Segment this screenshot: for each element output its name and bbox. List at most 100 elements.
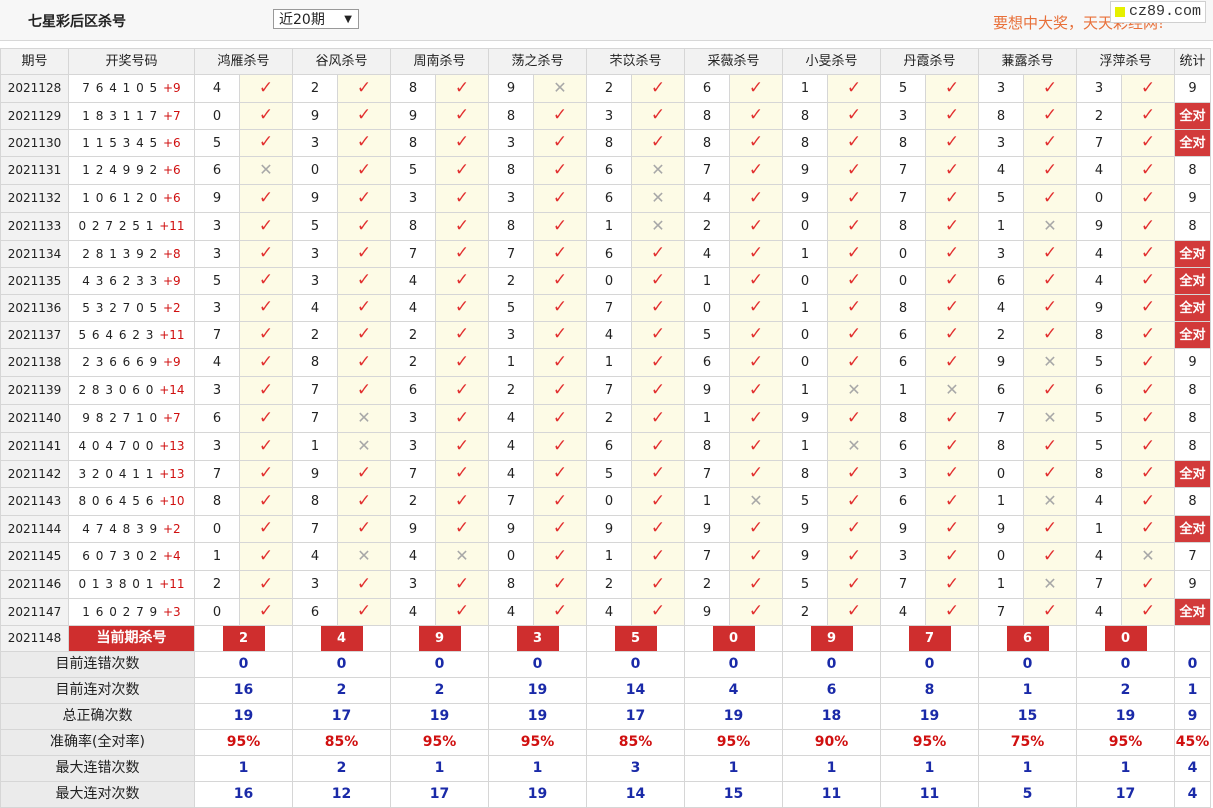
draw-bonus: +6 — [163, 163, 181, 177]
kill-number-cell: 3 — [390, 184, 436, 213]
site-badge[interactable]: cz89.com — [1110, 1, 1207, 23]
period-cell: 2021146 — [0, 570, 69, 599]
check-mark-icon: ✓ — [552, 215, 568, 236]
result-mark-cell: ✓ — [239, 321, 293, 349]
check-mark-icon: ✓ — [552, 105, 568, 125]
result-mark-cell: ✓ — [1023, 240, 1077, 268]
period-range-select[interactable]: 近20期 ▼ — [273, 9, 359, 29]
kill-number-cell: 9 — [292, 184, 338, 213]
kill-number-cell: 1 — [292, 432, 338, 461]
check-mark-icon: ✓ — [650, 490, 666, 511]
kill-number-cell: 3 — [194, 294, 240, 322]
summary-value: 2 — [292, 677, 391, 704]
summary-value: 17 — [586, 703, 685, 730]
kill-number-cell: 7 — [684, 156, 730, 185]
check-mark-icon: ✓ — [846, 159, 862, 180]
result-mark-cell: ✓ — [827, 542, 881, 571]
summary-value: 19 — [684, 703, 783, 730]
kill-number-cell: 4 — [684, 184, 730, 213]
kill-number-cell: 9 — [684, 598, 730, 626]
summary-value: 14 — [586, 677, 685, 704]
result-mark-cell: ✓ — [827, 267, 881, 295]
check-mark-icon: ✓ — [454, 215, 470, 236]
check-mark-icon: ✓ — [650, 573, 666, 594]
kill-number-cell: 9 — [488, 74, 534, 103]
check-mark-icon: ✓ — [1140, 379, 1156, 400]
result-mark-cell: ✓ — [1121, 212, 1175, 241]
table-row: 2021131 1 2 4 9 9 2 +6 6 ✕ 0 ✓ 5 ✓ 8 ✓ 6 ✕ 7 ✓ 9 ✓ 7 ✓ 4 ✓ 4… — [0, 156, 1211, 185]
check-mark-icon: ✓ — [1042, 187, 1058, 208]
kill-number-cell: 9 — [292, 102, 338, 130]
result-mark-cell: ✓ — [729, 376, 783, 405]
kill-number-cell: 1 — [684, 267, 730, 295]
current-kill-number: 2 — [222, 626, 265, 651]
stat-cell: 全对 — [1174, 267, 1211, 295]
period-cell: 2021145 — [0, 542, 69, 571]
check-mark-icon: ✓ — [454, 601, 470, 621]
check-mark-icon: ✓ — [846, 490, 862, 511]
kill-number-cell: 2 — [390, 348, 436, 377]
kill-number-cell: 0 — [1076, 184, 1122, 213]
kill-number-cell: 7 — [292, 515, 338, 543]
check-mark-icon: ✓ — [748, 463, 764, 483]
result-mark-cell: ✓ — [925, 598, 979, 626]
draw-bonus: +9 — [163, 273, 181, 288]
current-kill-number: 0 — [1104, 626, 1147, 651]
kill-number-cell: 8 — [390, 129, 436, 157]
summary-value: 2 — [390, 677, 489, 704]
result-mark-cell: ✓ — [239, 404, 293, 433]
result-mark-cell: ✓ — [631, 460, 685, 488]
column-header: 统计 — [1174, 48, 1211, 75]
check-mark-icon: ✓ — [846, 132, 862, 152]
kill-number-cell: 3 — [1076, 74, 1122, 103]
draw-bonus: +3 — [163, 604, 181, 619]
result-mark-cell: ✓ — [925, 515, 979, 543]
kill-number-cell: 3 — [978, 74, 1024, 103]
kill-number-cell: 1 — [978, 487, 1024, 516]
summary-value: 18 — [782, 703, 881, 730]
check-mark-icon: ✓ — [944, 243, 960, 263]
result-mark-cell: ✓ — [337, 212, 391, 241]
check-mark-icon: ✓ — [1042, 159, 1058, 180]
check-mark-icon: ✓ — [748, 379, 764, 400]
result-mark-cell: ✓ — [337, 294, 391, 322]
summary-value: 15 — [978, 703, 1077, 730]
summary-value: 1 — [1076, 755, 1175, 782]
kill-number-cell: 9 — [684, 376, 730, 405]
result-mark-cell: ✓ — [1023, 515, 1077, 543]
summary-value: 0 — [1076, 651, 1175, 678]
result-mark-cell: ✓ — [239, 515, 293, 543]
result-mark-cell: ✓ — [1121, 74, 1175, 103]
kill-number-cell: 9 — [782, 542, 828, 571]
result-mark-cell: ✓ — [533, 487, 587, 516]
kill-number-cell: 3 — [194, 432, 240, 461]
column-header: 鸿雁杀号 — [194, 48, 293, 75]
cross-mark-icon: ✕ — [945, 380, 959, 399]
result-mark-cell: ✓ — [827, 102, 881, 130]
kill-number-cell: 6 — [684, 348, 730, 377]
check-mark-icon: ✓ — [944, 518, 960, 538]
column-header: 开奖号码 — [68, 48, 195, 75]
result-mark-cell: ✓ — [435, 184, 489, 213]
period-cell: 2021134 — [0, 240, 69, 268]
summary-value: 15 — [684, 781, 783, 808]
table-row: 2021143 8 0 6 4 5 6 +10 8 ✓ 8 ✓ 2 ✓ 7 ✓ 0 ✓ 1 ✕ 5 ✓ 6 ✓ 1 ✕… — [0, 487, 1211, 516]
draw-numbers-cell: 7 6 4 1 0 5 +9 — [68, 74, 195, 103]
cross-mark-icon: ✕ — [1141, 546, 1155, 565]
kill-number-cell: 0 — [782, 321, 828, 349]
kill-number-cell: 9 — [782, 404, 828, 433]
kill-number-cell: 9 — [390, 102, 436, 130]
draw-numbers-cell: 2 3 6 6 6 9 +9 — [68, 348, 195, 377]
result-mark-cell: ✕ — [337, 404, 391, 433]
cross-mark-icon: ✕ — [651, 160, 665, 179]
current-kill-cell: 0 — [1076, 625, 1175, 652]
check-mark-icon: ✓ — [748, 159, 764, 180]
column-header: 芣苡杀号 — [586, 48, 685, 75]
result-mark-cell: ✓ — [631, 321, 685, 349]
table-body: 2021128 7 6 4 1 0 5 +9 4 ✓ 2 ✓ 8 ✓ 9 ✕ 2 ✓ 6 ✓ 1 ✓ 5 ✓ 3 ✓ 3… — [0, 74, 1211, 808]
summary-value: 19 — [488, 781, 587, 808]
cross-mark-icon: ✕ — [651, 216, 665, 235]
result-mark-cell: ✓ — [925, 102, 979, 130]
check-mark-icon: ✓ — [650, 297, 666, 317]
summary-label: 准确率(全对率) — [0, 729, 195, 756]
